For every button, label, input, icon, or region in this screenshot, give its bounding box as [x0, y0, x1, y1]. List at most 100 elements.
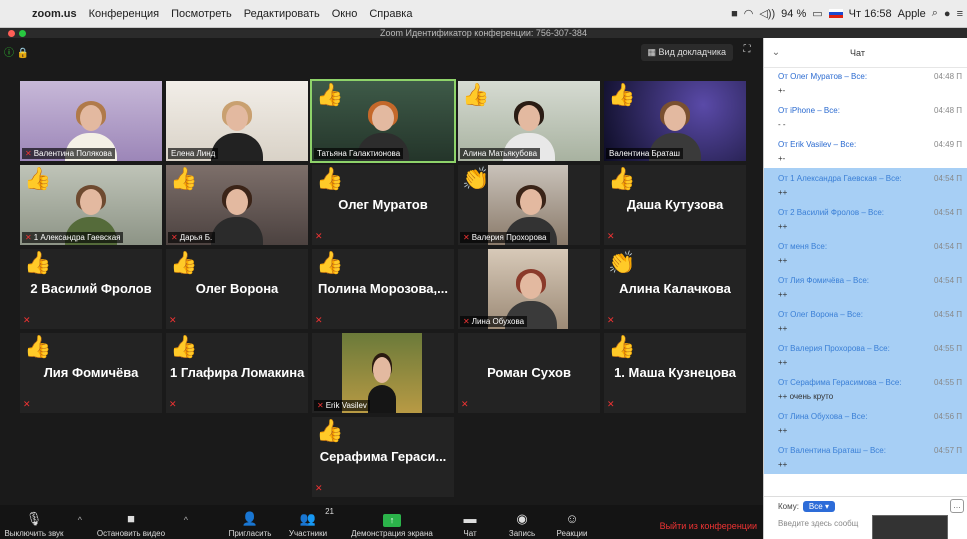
thumbs-up-reaction-icon: 👍 — [608, 166, 636, 191]
chat-message[interactable]: От 2 Василий Фролов – Все: 04:54 П ++ — [764, 202, 967, 236]
video-tile[interactable]: 👍 Полина Морозова,... ✕ — [312, 249, 454, 329]
chat-message[interactable]: От Валерия Прохорова – Все: 04:55 П ++ — [764, 338, 967, 372]
video-tile[interactable]: 👍 1 Глафира Ломакина ✕ — [166, 333, 308, 413]
muted-mic-icon: ✕ — [607, 399, 615, 409]
recipient-select[interactable]: Все ▾ — [802, 501, 835, 512]
clap-reaction-icon: 👏 — [608, 250, 636, 275]
menu-bar: zoom.us Конференция Посмотреть Редактиро… — [0, 0, 967, 28]
message-time: 04:54 П — [934, 208, 962, 217]
zoom-status-icon[interactable]: ■ — [731, 8, 738, 20]
window-title-bar: Zoom Идентификатор конференции: 756-307-… — [0, 28, 967, 38]
participant-name: Серафима Гераси... — [319, 449, 447, 464]
video-tile[interactable]: 👍 2 Василий Фролов ✕ — [20, 249, 162, 329]
more-options-icon[interactable]: … — [950, 499, 964, 513]
message-time: 04:54 П — [934, 276, 962, 285]
chevron-down-icon[interactable]: ⌄ — [764, 47, 788, 58]
participant-name: 1. Маша Кузнецова — [614, 365, 736, 380]
spotlight-search-icon[interactable]: ⌕ — [932, 7, 938, 20]
thumbs-up-reaction-icon: 👍 — [316, 82, 344, 107]
wifi-icon[interactable]: ◠ — [744, 7, 754, 20]
video-tile[interactable]: 👍 Алина Матьякубова — [458, 81, 600, 161]
menu-view[interactable]: Посмотреть — [165, 8, 238, 20]
video-tile[interactable]: 👏 Алина Калачкова ✕ — [604, 249, 746, 329]
chat-button[interactable]: ▬ Чат — [450, 505, 490, 539]
mute-button[interactable]: 🎙 Выключить звук ^ — [0, 505, 82, 539]
maximize-window-icon[interactable] — [19, 30, 26, 37]
video-tile[interactable]: 👍 ✕ 1 Александра Гаевская — [20, 165, 162, 245]
menu-window[interactable]: Окно — [326, 8, 364, 20]
participant-label: ✕ Валерия Прохорова — [460, 232, 550, 243]
participant-name: Даша Кутузова — [626, 197, 724, 212]
apple-id[interactable]: Apple — [898, 8, 926, 20]
menu-conference[interactable]: Конференция — [83, 8, 165, 20]
message-text: ++ очень круто — [778, 392, 834, 401]
clap-reaction-icon: 👏 — [462, 166, 490, 191]
message-time: 04:48 П — [934, 72, 962, 81]
message-time: 04:55 П — [934, 378, 962, 387]
chat-message[interactable]: От iPhone – Все: 04:48 П - - — [764, 106, 967, 140]
chat-message[interactable]: От Валентина Браташ – Все: 04:57 П ++ — [764, 440, 967, 474]
participant-name: 2 Василий Фролов — [30, 281, 152, 296]
video-tile[interactable]: 👏 ✕ Валерия Прохорова — [458, 165, 600, 245]
participant-label: ✕ Erik Vasilev — [314, 400, 370, 411]
thumbs-up-reaction-icon: 👍 — [316, 250, 344, 275]
chat-message[interactable]: От Олег Муратов – Все: 04:48 П +- — [764, 72, 967, 106]
muted-mic-icon: ✕ — [607, 315, 615, 325]
video-tile[interactable]: 👍 Серафима Гераси... ✕ — [312, 417, 454, 497]
invite-button[interactable]: 👤 Пригласить — [220, 505, 280, 539]
video-tile[interactable]: 👍 1. Маша Кузнецова ✕ — [604, 333, 746, 413]
siri-icon[interactable]: ● — [944, 8, 951, 20]
chat-message[interactable]: От Лина Обухова – Все: 04:56 П ++ — [764, 406, 967, 440]
input-language-flag-icon[interactable] — [828, 9, 843, 18]
battery-icon[interactable]: ▭ — [812, 7, 822, 20]
video-tile[interactable]: 👍 Лия Фомичёва ✕ — [20, 333, 162, 413]
chat-message[interactable]: От Олег Ворона – Все: 04:54 П ++ — [764, 304, 967, 338]
participants-button[interactable]: 👥 21 Участники — [280, 505, 336, 539]
share-screen-label: Демонстрация экрана — [351, 529, 433, 538]
participant-name: Алина Калачкова — [619, 281, 731, 296]
video-tile-active-speaker[interactable]: 👍 Татьяна Галактионова — [310, 79, 456, 163]
participants-label: Участники — [288, 529, 328, 538]
stop-video-button[interactable]: ■ Остановить видео ^ — [88, 505, 188, 539]
video-tile[interactable]: 👍 Олег Ворона ✕ — [166, 249, 308, 329]
video-tile[interactable]: ✕ Erik Vasilev — [312, 333, 454, 413]
share-screen-button[interactable]: ↑ Демонстрация экрана — [342, 505, 442, 539]
video-tile[interactable]: 👍 Валентина Браташ — [604, 81, 746, 161]
thumbs-up-reaction-icon: 👍 — [170, 334, 198, 359]
video-tile[interactable]: Роман Сухов ✕ — [458, 333, 600, 413]
speaker-view-button[interactable]: ▦ Вид докладчика — [640, 44, 733, 61]
volume-icon[interactable]: ◁)) — [759, 7, 775, 20]
video-tile[interactable]: ✕ Валентина Полякова — [20, 81, 162, 161]
leave-meeting-button[interactable]: Выйти из конференции — [660, 521, 757, 531]
chat-message-list[interactable]: От Олег Муратов – Все: 04:48 П +- От iPh… — [764, 68, 967, 496]
clock[interactable]: Чт 16:58 — [849, 8, 892, 20]
fullscreen-icon[interactable]: ⛶ — [739, 44, 755, 60]
chevron-up-icon[interactable]: ^ — [184, 515, 188, 525]
menu-edit[interactable]: Редактировать — [238, 8, 326, 20]
chat-message[interactable]: От Лия Фомичёва – Все: 04:54 П ++ — [764, 270, 967, 304]
chat-message[interactable]: От меня Все: 04:54 П ++ — [764, 236, 967, 270]
reactions-button[interactable]: ☺ Реакции — [552, 505, 592, 539]
record-button[interactable]: ◉ Запись — [502, 505, 542, 539]
message-time: 04:56 П — [934, 412, 962, 421]
participant-label: Елена Линд — [168, 148, 219, 159]
muted-mic-icon: ✕ — [463, 317, 470, 326]
menu-app[interactable]: zoom.us — [26, 8, 83, 20]
close-window-icon[interactable] — [8, 30, 15, 37]
chat-message-input[interactable]: Введите здесь сообщ — [778, 519, 858, 528]
participant-label: ✕ Дарья Б. — [168, 232, 216, 243]
chat-message[interactable]: От Серафима Герасимова – Все: 04:55 П ++… — [764, 372, 967, 406]
video-tile[interactable]: Елена Линд — [166, 81, 308, 161]
chat-message[interactable]: От 1 Александра Гаевская – Все: 04:54 П … — [764, 168, 967, 202]
stop-video-label: Остановить видео — [96, 529, 166, 538]
video-tile[interactable]: ✕ Лина Обухова — [458, 249, 600, 329]
thumbs-up-reaction-icon: 👍 — [24, 166, 52, 191]
menu-help[interactable]: Справка — [363, 8, 418, 20]
encryption-icon[interactable]: ⓘ 🔒 — [4, 44, 29, 59]
video-tile[interactable]: 👍 Даша Кутузова ✕ — [604, 165, 746, 245]
chevron-up-icon[interactable]: ^ — [78, 515, 82, 525]
notification-center-icon[interactable]: ≡ — [957, 8, 963, 20]
message-time: 04:57 П — [934, 446, 962, 455]
video-tile[interactable]: 👍 ✕ Дарья Б. — [166, 165, 308, 245]
video-tile[interactable]: 👍 Олег Муратов ✕ — [312, 165, 454, 245]
